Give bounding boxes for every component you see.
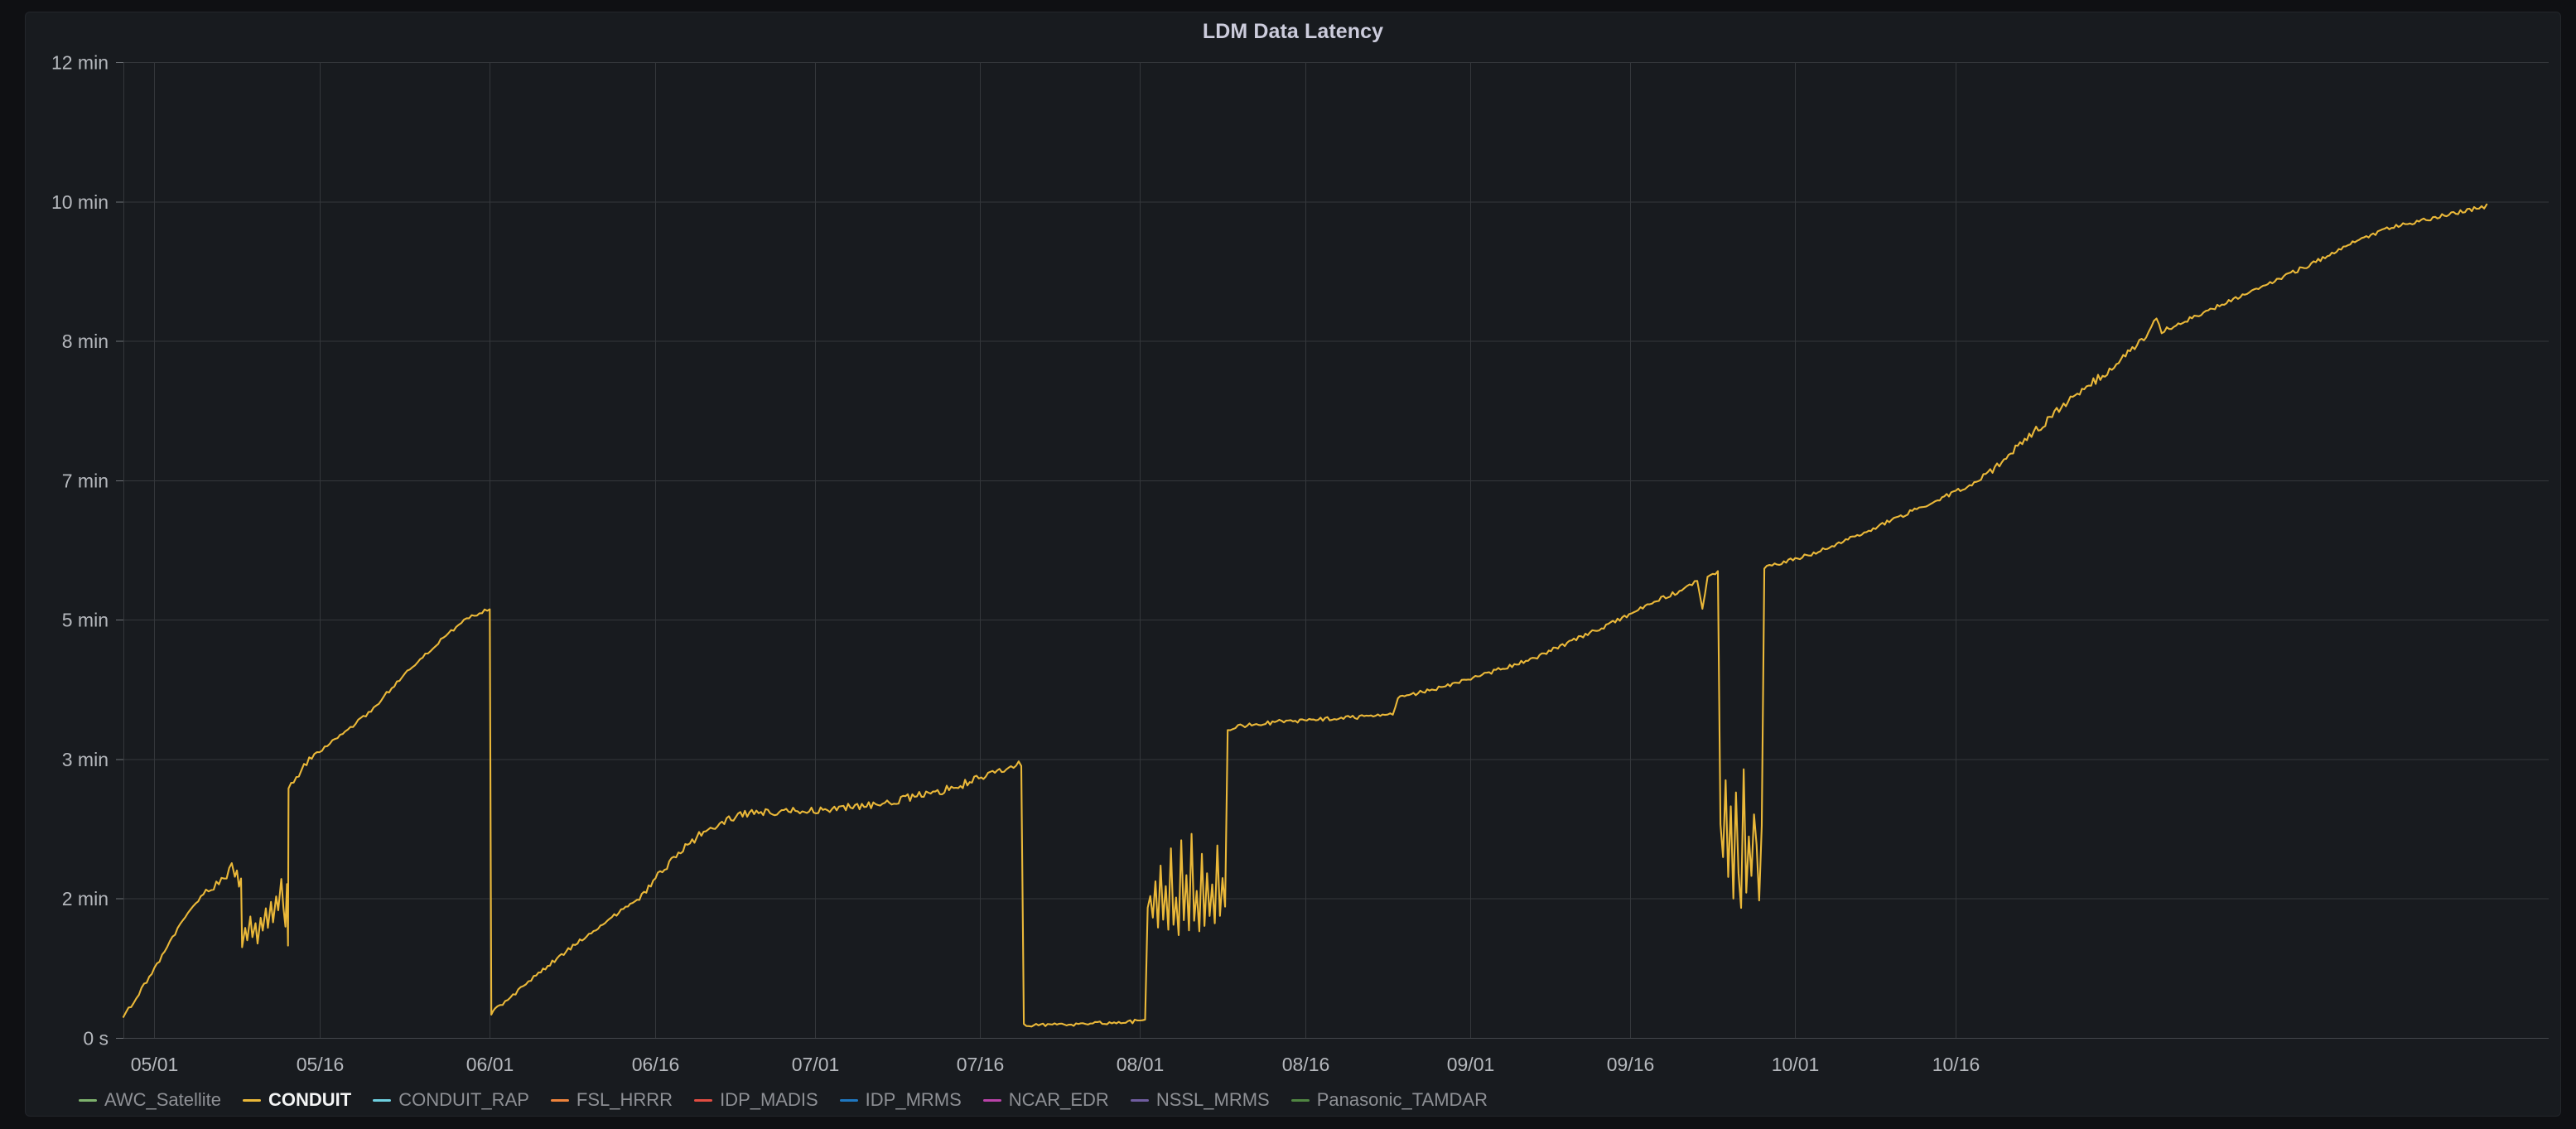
legend-item-conduit[interactable]: CONDUIT — [243, 1089, 351, 1111]
legend-item-label: NCAR_EDR — [1009, 1089, 1109, 1111]
x-axis-tick-label: 09/01 — [1447, 1054, 1495, 1075]
legend-item-conduit_rap[interactable]: CONDUIT_RAP — [373, 1089, 529, 1111]
x-axis-tick-label: 05/01 — [131, 1054, 179, 1075]
x-axis-tick-label: 06/01 — [466, 1054, 514, 1075]
y-axis-tick-label: 10 min — [51, 191, 109, 213]
legend-item-label: FSL_HRRR — [576, 1089, 673, 1111]
series-lines — [123, 205, 2487, 1027]
y-axis-tick-label: 7 min — [62, 470, 109, 491]
legend-item-ncar_edr[interactable]: NCAR_EDR — [983, 1089, 1109, 1111]
legend-item-label: NSSL_MRMS — [1156, 1089, 1270, 1111]
chart-legend: AWC_Satellite CONDUIT CONDUIT_RAP FSL_HRRR I… — [26, 1089, 2560, 1111]
x-axis-tick-label: 07/01 — [792, 1054, 840, 1075]
legend-color-swatch — [694, 1099, 712, 1102]
legend-color-swatch — [551, 1099, 569, 1102]
legend-item-label: Panasonic_TAMDAR — [1317, 1089, 1488, 1111]
line-chart[interactable]: 12 min 10 min 8 min 7 min 5 min 3 min 2 min 0 s… — [26, 51, 2560, 1117]
x-axis-tick-label: 09/16 — [1607, 1054, 1655, 1075]
legend-item-fsl_hrrr[interactable]: FSL_HRRR — [551, 1089, 673, 1111]
y-axis-tick-label: 5 min — [62, 610, 109, 631]
legend-item-nssl_mrms[interactable]: NSSL_MRMS — [1131, 1089, 1270, 1111]
legend-item-label: CONDUIT_RAP — [398, 1089, 529, 1111]
panel-header: LDM Data Latency — [26, 12, 2560, 51]
legend-item-idp_mrms[interactable]: IDP_MRMS — [840, 1089, 962, 1111]
y-axis-tick-label: 8 min — [62, 330, 109, 352]
grid-lines — [123, 62, 2549, 1039]
legend-color-swatch — [79, 1099, 97, 1102]
y-axis-tick-label: 12 min — [51, 52, 109, 74]
series-line-conduit — [123, 205, 2487, 1027]
legend-color-swatch — [1291, 1099, 1310, 1102]
legend-item-label: CONDUIT — [268, 1089, 351, 1111]
legend-item-idp_madis[interactable]: IDP_MADIS — [694, 1089, 818, 1111]
y-axis-tick-label: 3 min — [62, 749, 109, 770]
legend-item-panasonic_tamdar[interactable]: Panasonic_TAMDAR — [1291, 1089, 1488, 1111]
legend-color-swatch — [983, 1099, 1001, 1102]
plot-area: 12 min 10 min 8 min 7 min 5 min 3 min 2 min 0 s… — [26, 51, 2560, 1116]
legend-color-swatch — [1131, 1099, 1149, 1102]
x-axis-tick-label: 08/01 — [1117, 1054, 1165, 1075]
x-axis-tick-label: 10/16 — [1932, 1054, 1980, 1075]
x-axis-tick-label: 07/16 — [957, 1054, 1005, 1075]
panel-title: LDM Data Latency — [1203, 20, 1383, 44]
legend-item-label: IDP_MRMS — [866, 1089, 962, 1111]
x-axis-tick-label: 10/01 — [1772, 1054, 1820, 1075]
legend-color-swatch — [840, 1099, 858, 1102]
legend-item-label: AWC_Satellite — [104, 1089, 221, 1111]
legend-color-swatch — [373, 1099, 391, 1102]
x-axis-tick-label: 05/16 — [297, 1054, 345, 1075]
x-axis-tick-label: 08/16 — [1282, 1054, 1330, 1075]
y-axis-ticks: 12 min 10 min 8 min 7 min 5 min 3 min 2 min 0 s — [51, 52, 123, 1049]
y-axis-tick-label: 0 s — [83, 1028, 109, 1049]
x-axis-tick-label: 06/16 — [632, 1054, 680, 1075]
x-axis-ticks: 05/01 05/16 06/01 06/16 07/01 07/16 08/01 08/16… — [131, 1054, 1980, 1075]
legend-item-label: IDP_MADIS — [720, 1089, 818, 1111]
y-axis-tick-label: 2 min — [62, 888, 109, 909]
legend-color-swatch — [243, 1099, 261, 1102]
graph-panel: LDM Data Latency 12 min 10 min 8 min 7 min 5… — [25, 12, 2561, 1117]
legend-item-awc_satellite[interactable]: AWC_Satellite — [79, 1089, 221, 1111]
